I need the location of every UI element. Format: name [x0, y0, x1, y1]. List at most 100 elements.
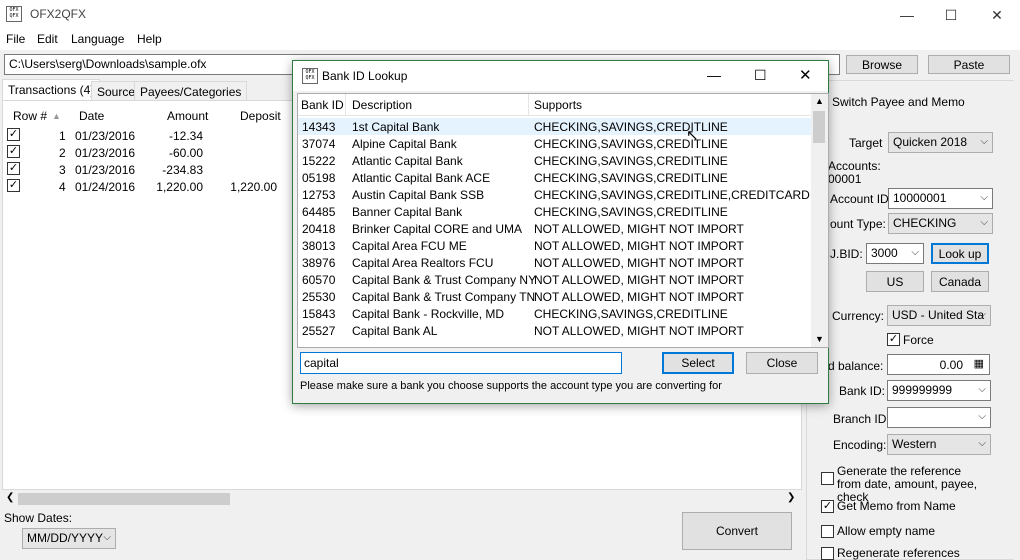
browse-button[interactable]: Browse [846, 55, 918, 74]
bank-list-header: Bank ID Description Supports [298, 94, 813, 116]
bank-id-select[interactable]: 999999999 ⌵ [887, 380, 991, 401]
menu-bar: File Edit Language Help [0, 30, 1020, 50]
row-date: 01/23/2016 [75, 146, 136, 160]
canada-button[interactable]: Canada [931, 271, 989, 292]
list-item[interactable]: 15843 Capital Bank - Rockville, MD CHECKIN… [298, 305, 813, 322]
generate-ref-checkbox[interactable] [821, 472, 834, 485]
app-title: OFX2QFX [30, 7, 87, 21]
table-row[interactable]: ✓ 3 01/23/2016 -234.83 [3, 161, 303, 178]
bank-id-label: Bank ID: [839, 384, 886, 398]
close-icon[interactable]: ✕ [799, 66, 812, 84]
app-icon: OFX QFX [302, 68, 318, 84]
calculator-icon[interactable]: ▦ [974, 357, 984, 370]
list-item[interactable]: 12753 Austin Capital Bank SSB CHECKING,SAV… [298, 186, 813, 203]
list-item[interactable]: 38976 Capital Area Realtors FCU NOT ALLOWE… [298, 254, 813, 271]
scroll-left-icon[interactable]: ❮ [6, 492, 14, 503]
close-dialog-button[interactable]: Close [746, 352, 818, 374]
scrollbar-thumb[interactable] [18, 493, 230, 505]
list-item[interactable]: 05198 Atlantic Capital Bank ACE CHECKING,S… [298, 169, 813, 186]
col-date[interactable]: Date [79, 109, 104, 123]
account-type-select[interactable]: CHECKING ⌵ [888, 213, 993, 234]
table-row[interactable]: ✓ 2 01/23/2016 -60.00 [3, 144, 303, 161]
get-memo-label: Get Memo from Name [837, 499, 956, 513]
menu-language[interactable]: Language [71, 32, 124, 46]
regen-ref-checkbox[interactable] [821, 547, 834, 560]
paste-button[interactable]: Paste [928, 55, 1010, 74]
account-id-select[interactable]: 10000001 ⌵ [888, 188, 993, 209]
allow-empty-checkbox[interactable] [821, 525, 834, 538]
list-item[interactable]: 64485 Banner Capital Bank CHECKING,SAVINGS… [298, 203, 813, 220]
row-checkbox[interactable]: ✓ [7, 145, 20, 158]
chevron-down-icon: ⌵ [978, 411, 986, 422]
switch-payee-memo-label[interactable]: Switch Payee and Memo [832, 95, 965, 109]
look-up-button[interactable]: Look up [931, 243, 989, 264]
encoding-label: Encoding: [833, 438, 887, 452]
chevron-down-icon: ⌵ [980, 192, 988, 203]
branch-id-select[interactable]: ⌵ [887, 407, 991, 428]
currency-select[interactable]: USD - United Sta ⌵ [887, 305, 991, 326]
menu-edit[interactable]: Edit [37, 32, 58, 46]
col-amount[interactable]: Amount [167, 109, 208, 123]
currency-label: Currency: [832, 309, 885, 323]
list-item[interactable]: 25527 Capital Bank AL NOT ALLOWED, MIGHT N… [298, 322, 813, 339]
convert-button[interactable]: Convert [682, 512, 792, 550]
bank-list[interactable]: Bank ID Description Supports 14343 1st Ca… [297, 93, 829, 348]
maximize-icon[interactable]: ☐ [754, 67, 767, 84]
list-item[interactable]: 60570 Capital Bank & Trust Company NY NOT … [298, 271, 813, 288]
list-item[interactable]: 15222 Atlantic Capital Bank CHECKING,SAVIN… [298, 152, 813, 169]
minimize-button[interactable]: — [884, 0, 930, 30]
scroll-down-icon[interactable]: ▼ [815, 334, 824, 344]
target-label: Target [849, 136, 883, 150]
chevron-down-icon: ⌵ [911, 247, 919, 258]
list-item[interactable]: 38013 Capital Area FCU ME NOT ALLOWED, MIG… [298, 237, 813, 254]
accounts-value: 00001 [828, 172, 862, 186]
list-item[interactable]: 14343 1st Capital Bank CHECKING,SAVINGS,CR… [298, 118, 813, 135]
col-description[interactable]: Description [352, 98, 412, 112]
get-memo-checkbox[interactable]: ✓ [821, 500, 834, 513]
intubid-select[interactable]: 3000 ⌵ [866, 243, 924, 264]
chevron-down-icon: ⌵ [103, 532, 111, 543]
row-num: 2 [59, 146, 66, 160]
table-row[interactable]: ✓ 1 01/23/2016 -12.34 [3, 127, 303, 144]
col-supports[interactable]: Supports [534, 98, 582, 112]
menu-help[interactable]: Help [137, 32, 162, 46]
scroll-right-icon[interactable]: ❯ [787, 492, 795, 503]
row-date: 01/23/2016 [75, 129, 136, 143]
account-type-label: ount Type: [830, 217, 886, 231]
encoding-select[interactable]: Western ⌵ [887, 434, 991, 455]
menu-file[interactable]: File [6, 32, 25, 46]
chevron-down-icon: ⌵ [978, 384, 986, 395]
regen-ref-label: Regenerate references [837, 546, 960, 560]
allow-empty-label: Allow empty name [837, 524, 936, 538]
tab-payees-categories[interactable]: Payees/Categories [134, 81, 248, 101]
list-item[interactable]: 37074 Alpine Capital Bank CHECKING,SAVINGS… [298, 135, 813, 152]
list-item[interactable]: 20418 Brinker Capital CORE and UMA NOT ALL… [298, 220, 813, 237]
list-item[interactable]: 25530 Capital Bank & Trust Company TN NOT … [298, 288, 813, 305]
row-date: 01/23/2016 [75, 163, 136, 177]
vertical-scrollbar[interactable]: ▲ ▼ [811, 94, 828, 347]
col-bank-id[interactable]: Bank ID [301, 98, 344, 112]
col-deposit[interactable]: Deposit [240, 109, 281, 123]
date-format-value: MM/DD/YYYY [27, 531, 104, 545]
row-date: 01/24/2016 [75, 180, 136, 194]
force-checkbox[interactable]: ✓ [887, 333, 900, 346]
date-format-select[interactable]: MM/DD/YYYY ⌵ [22, 528, 116, 549]
select-button[interactable]: Select [662, 352, 734, 374]
table-row[interactable]: ✓ 4 01/24/2016 1,220.00 1,220.00 [3, 178, 303, 195]
tab-transactions[interactable]: Transactions (4) [2, 79, 101, 101]
target-select[interactable]: Quicken 2018 ⌵ [888, 132, 993, 153]
row-checkbox[interactable]: ✓ [7, 162, 20, 175]
row-checkbox[interactable]: ✓ [7, 128, 20, 141]
us-button[interactable]: US [866, 271, 924, 292]
chevron-down-icon: ⌵ [978, 309, 986, 320]
col-row-num[interactable]: Row # [13, 109, 47, 123]
end-balance-input[interactable]: 0.00 ▦ [887, 354, 990, 375]
scroll-up-icon[interactable]: ▲ [815, 96, 824, 106]
row-checkbox[interactable]: ✓ [7, 179, 20, 192]
scrollbar-thumb[interactable] [813, 111, 825, 143]
minimize-icon[interactable]: — [707, 67, 721, 83]
bank-search-input[interactable]: capital [300, 352, 622, 374]
row-num: 4 [59, 180, 66, 194]
close-button[interactable]: ✕ [974, 0, 1020, 30]
maximize-button[interactable]: ☐ [928, 0, 974, 30]
